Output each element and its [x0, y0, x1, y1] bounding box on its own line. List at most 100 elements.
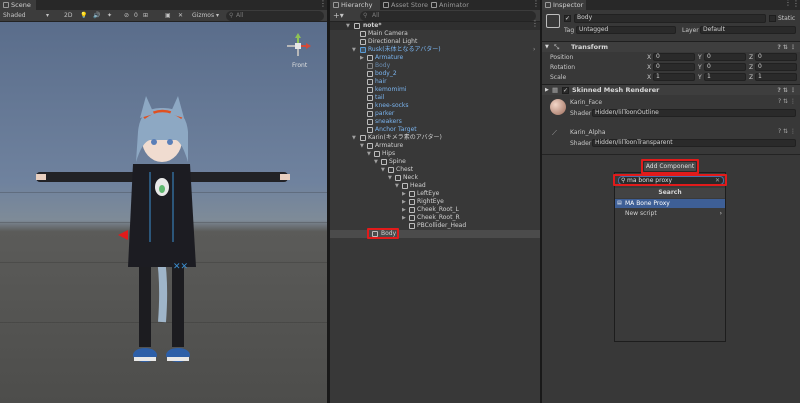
material-sphere-icon: [550, 99, 566, 115]
expand-arrow-icon[interactable]: ▶: [402, 214, 408, 222]
tab-hierarchy[interactable]: Hierarchy: [330, 0, 380, 10]
list-item[interactable]: kemomimi: [330, 86, 540, 94]
component-menu-icon[interactable]: ? ⇅ ⋮: [777, 85, 796, 96]
list-item[interactable]: knee-socks: [330, 102, 540, 110]
lock-icon[interactable]: [784, 0, 792, 8]
expand-arrow-icon[interactable]: ▼: [352, 134, 358, 142]
list-item[interactable]: ▼ Spine: [330, 158, 540, 166]
position-z-field[interactable]: 0: [755, 53, 797, 61]
list-item[interactable]: ▶ LeftEye: [330, 190, 540, 198]
scale-z-field[interactable]: 1: [755, 73, 797, 81]
gameobject-large-icon: [546, 14, 560, 28]
expand-arrow-icon[interactable]: ▼: [374, 158, 380, 166]
expand-arrow-icon[interactable]: ▼: [395, 182, 401, 190]
camera-icon[interactable]: ▣: [165, 11, 171, 21]
name-field[interactable]: Body: [574, 14, 766, 23]
result-item-new-script[interactable]: New script ›: [615, 209, 725, 218]
lighting-icon[interactable]: 💡: [80, 11, 87, 21]
visibility-icon[interactable]: ⊘: [124, 11, 129, 21]
result-item-ma-bone-proxy[interactable]: ▤ MA Bone Proxy: [615, 199, 725, 208]
list-item[interactable]: Body: [330, 62, 540, 70]
list-item[interactable]: ▶ RightEye: [330, 198, 540, 206]
skinned-mesh-header[interactable]: ▶ ▦ ✓ Skinned Mesh Renderer ? ⇅ ⋮: [542, 84, 800, 95]
list-item[interactable]: sneakers: [330, 118, 540, 126]
audio-icon[interactable]: 🔊: [93, 11, 100, 21]
gizmos-dropdown[interactable]: Gizmos ▾: [192, 11, 219, 21]
material-menu-icon[interactable]: ? ⇅ ⋮: [778, 98, 796, 105]
scale-row: Scale X 1 Y 1 Z 1: [542, 73, 800, 82]
search-icon: ⚲: [229, 12, 234, 19]
list-item[interactable]: ▼ Hips: [330, 150, 540, 158]
list-item[interactable]: ▼ Armature: [330, 142, 540, 150]
list-item[interactable]: Main Camera: [330, 30, 540, 38]
inspector-menu-icon[interactable]: [792, 0, 800, 9]
list-item[interactable]: ▼ note*: [330, 20, 540, 30]
expand-arrow-icon[interactable]: ▼: [352, 46, 358, 54]
expand-arrow-icon[interactable]: ▼: [381, 166, 387, 174]
expand-arrow-icon[interactable]: ▶: [360, 54, 366, 62]
list-item[interactable]: hair: [330, 78, 540, 86]
gameobject-icon: [367, 87, 373, 93]
expand-arrow-icon[interactable]: ▼: [367, 150, 373, 158]
rotation-z-field[interactable]: 0: [755, 63, 797, 71]
scene-search-input[interactable]: ⚲ All: [226, 11, 324, 21]
list-item[interactable]: Directional Light: [330, 38, 540, 46]
transform-header[interactable]: ▼ ⤡ Transform ? ⇅ ⋮: [542, 41, 800, 52]
list-item[interactable]: ▼ Karin(キメラ素のアバター): [330, 134, 540, 142]
scene-viewport[interactable]: Front ✕✕: [0, 22, 327, 403]
expand-arrow-icon[interactable]: ▶: [402, 206, 408, 214]
expand-arrow-icon[interactable]: ▶: [402, 190, 408, 198]
scale-y-field[interactable]: 1: [704, 73, 746, 81]
position-row: Position X 0 Y 0 Z 0: [542, 53, 800, 62]
expand-arrow-icon[interactable]: ▶: [402, 198, 408, 206]
enabled-checkbox[interactable]: ✓: [562, 87, 569, 94]
list-item[interactable]: ▼ Neck: [330, 174, 540, 182]
list-item[interactable]: ▶ Cheek_Root_R: [330, 214, 540, 222]
list-item[interactable]: ▼ Chest: [330, 166, 540, 174]
list-item[interactable]: tail: [330, 94, 540, 102]
2d-toggle[interactable]: 2D: [64, 11, 72, 21]
gameobject-icon: [367, 111, 373, 117]
expand-arrow-icon[interactable]: ▼: [388, 174, 394, 182]
tab-scene[interactable]: Scene: [0, 0, 36, 10]
list-item[interactable]: ▶ Cheek_Root_L: [330, 206, 540, 214]
expand-arrow-icon[interactable]: ▼: [346, 22, 352, 30]
position-y-field[interactable]: 0: [704, 53, 746, 61]
grid-icon[interactable]: ⊞: [143, 11, 148, 21]
hierarchy-search-input[interactable]: ⚲ All: [360, 11, 536, 21]
add-button[interactable]: +▾: [333, 11, 344, 21]
list-item[interactable]: body_2: [330, 70, 540, 78]
row-menu-icon[interactable]: [531, 20, 539, 30]
shading-dropdown[interactable]: Shaded ▾: [3, 11, 55, 21]
static-checkbox[interactable]: [769, 15, 776, 22]
scene-menu-icon[interactable]: [319, 0, 327, 9]
list-item[interactable]: parker: [330, 110, 540, 118]
expand-arrow-icon: ▶: [545, 87, 549, 93]
expand-arrow-icon[interactable]: ▼: [360, 142, 366, 150]
rotation-x-field[interactable]: 0: [653, 63, 695, 71]
hierarchy-menu-icon[interactable]: [532, 0, 540, 9]
tag-dropdown[interactable]: Untagged: [576, 26, 676, 34]
list-item[interactable]: ▶ Armature: [330, 54, 540, 62]
list-item-selected[interactable]: Body: [330, 230, 540, 238]
effects-icon[interactable]: ✦: [107, 11, 112, 21]
tools-icon[interactable]: ✕: [178, 11, 183, 21]
tab-asset-store[interactable]: Asset Store: [380, 0, 428, 10]
chevron-right-icon[interactable]: ›: [533, 46, 535, 54]
list-item[interactable]: ▼ Head: [330, 182, 540, 190]
list-item[interactable]: ▼ Rusk(未体となるアバター) ›: [330, 46, 540, 54]
list-item[interactable]: PBCollider_Head: [330, 222, 540, 230]
active-checkbox[interactable]: ✓: [564, 15, 571, 22]
tab-inspector[interactable]: Inspector: [542, 0, 586, 10]
material-menu-icon[interactable]: ? ⇅ ⋮: [778, 128, 796, 135]
gameobject-icon: [381, 159, 387, 165]
shader-dropdown[interactable]: Hidden/lilToonOutline: [592, 109, 796, 117]
layer-dropdown[interactable]: Default: [700, 26, 796, 34]
list-item[interactable]: Anchor Target: [330, 126, 540, 134]
tab-animator[interactable]: Animator: [428, 0, 472, 10]
scale-x-field[interactable]: 1: [653, 73, 695, 81]
component-menu-icon[interactable]: ? ⇅ ⋮: [777, 42, 796, 53]
shader-dropdown[interactable]: Hidden/lilToonTransparent: [592, 139, 796, 147]
position-x-field[interactable]: 0: [653, 53, 695, 61]
rotation-y-field[interactable]: 0: [704, 63, 746, 71]
